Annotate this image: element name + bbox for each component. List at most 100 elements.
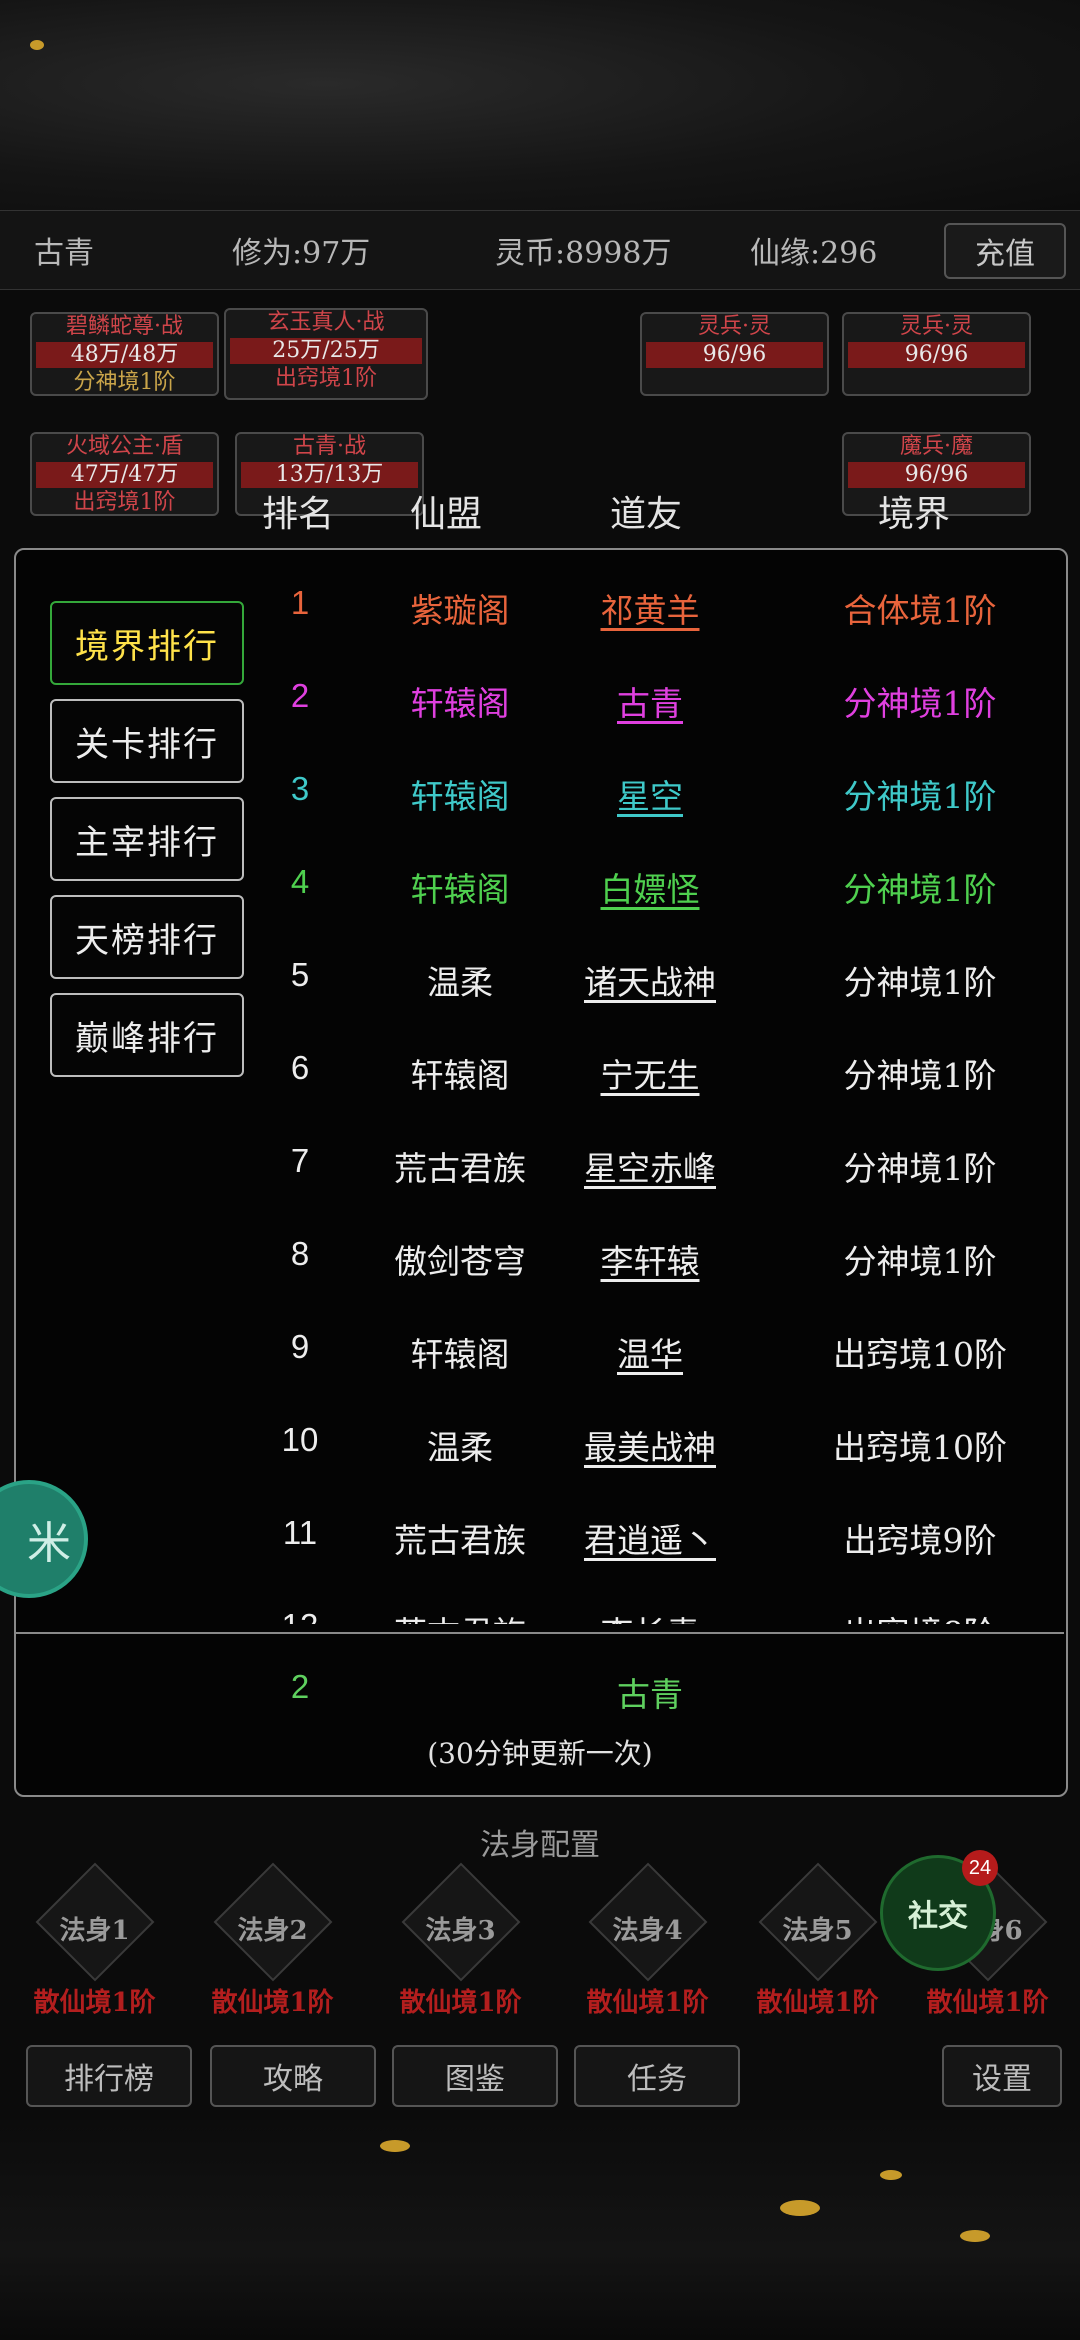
card-name: 玄玉真人·战 (267, 310, 385, 335)
background-card: 灵兵·灵 96/96 (842, 312, 1031, 396)
player-name-link[interactable]: 星空赤峰 (550, 1142, 750, 1190)
player-name-link[interactable]: 李轩辕 (550, 1235, 750, 1283)
faxiang-slot[interactable]: 法身3 散仙境1阶 (378, 1862, 543, 2020)
gold-decoration (780, 2200, 820, 2216)
ranking-row[interactable]: 2 轩辕阁 古青 分神境1阶 (260, 653, 1060, 746)
background-card: 碧鳞蛇尊·战 48万/48万 分神境1阶 (30, 312, 219, 396)
settings-button[interactable]: 设置 (942, 2045, 1062, 2107)
ranking-row[interactable]: 6 轩辕阁 宁无生 分神境1阶 (260, 1025, 1060, 1118)
faxiang-slot-label: 法身4 (612, 1916, 683, 1946)
realm-value: 分神境1阶 (843, 963, 997, 1002)
tab-realm-ranking[interactable]: 境界排行 (50, 601, 244, 685)
notification-badge: 24 (962, 1850, 998, 1886)
player-name-link[interactable]: 诸天战神 (550, 956, 750, 1004)
realm-column-header: 境界 (878, 494, 951, 535)
ranking-list[interactable]: 1 紫璇阁 祁黄羊 合体境1阶 2 轩辕阁 古青 分神境1阶 3 轩辕阁 星空 分神境1阶 4 轩辕阁 白嫖… (260, 560, 1060, 1624)
alliance-name: 温柔 (427, 963, 493, 1002)
alliance-column-header: 仙盟 (410, 494, 483, 535)
rank-number: 5 (290, 956, 310, 993)
card-hp: 96/96 (848, 342, 1025, 368)
faxiang-slot-label: 法身5 (782, 1916, 853, 1946)
realm-value: 出窍境10阶 (833, 1428, 1007, 1467)
player-name-link[interactable]: 君逍遥丶 (550, 1514, 750, 1562)
ranking-row[interactable]: 11 荒古君族 君逍遥丶 出窍境9阶 (260, 1490, 1060, 1583)
realm-value: 出窍境10阶 (833, 1335, 1007, 1374)
rank-number: 7 (290, 1142, 310, 1179)
background-card: 灵兵·灵 96/96 (640, 312, 829, 396)
tab-peak-ranking[interactable]: 巅峰排行 (50, 993, 244, 1077)
rank-column-header: 排名 (262, 494, 335, 535)
ranking-row[interactable]: 9 轩辕阁 温华 出窍境10阶 (260, 1304, 1060, 1397)
alliance-name: 傲剑苍穹 (394, 1242, 526, 1281)
alliance-name: 轩辕阁 (410, 1056, 510, 1095)
faxiang-slot[interactable]: 法身5 散仙境1阶 (735, 1862, 900, 2020)
faxiang-slot-label: 法身3 (425, 1916, 496, 1946)
alliance-name: 温柔 (427, 1428, 493, 1467)
card-name: 魔兵·魔 (900, 434, 973, 459)
tab-stage-ranking[interactable]: 关卡排行 (50, 699, 244, 783)
alliance-name: 荒古君族 (394, 1521, 526, 1560)
tasks-button[interactable]: 任务 (574, 2045, 740, 2107)
ranking-row[interactable]: 8 傲剑苍穹 李轩辕 分神境1阶 (260, 1211, 1060, 1304)
faxiang-slot-label: 法身2 (237, 1916, 308, 1946)
player-name-link[interactable]: 白嫖怪 (550, 863, 750, 911)
recharge-button[interactable]: 充值 (944, 223, 1066, 279)
floating-button-label: 米 (27, 1518, 71, 1569)
alliance-name: 紫璇阁 (410, 591, 510, 630)
tab-heaven-ranking[interactable]: 天榜排行 (50, 895, 244, 979)
realm-value: 出窍境9阶 (843, 1521, 997, 1560)
faxiang-slot-realm: 散仙境1阶 (586, 1988, 709, 2018)
faxiang-slot[interactable]: 法身1 散仙境1阶 (12, 1862, 177, 2020)
ranking-row[interactable]: 10 温柔 最美战神 出窍境10阶 (260, 1397, 1060, 1490)
card-realm: 分神境1阶 (73, 370, 176, 395)
card-hp: 25万/25万 (230, 338, 422, 364)
card-hp: 47万/47万 (36, 462, 213, 488)
background-top (0, 0, 1080, 210)
player-name-link[interactable]: 星空 (550, 770, 750, 818)
rank-number: 12 (260, 1607, 340, 1624)
player-name-link[interactable]: 祁黄羊 (550, 584, 750, 632)
gold-decoration (30, 40, 44, 50)
alliance-name: 轩辕阁 (410, 870, 510, 909)
ranking-row[interactable]: 5 温柔 诸天战神 分神境1阶 (260, 932, 1060, 1025)
rank-number: 2 (290, 677, 310, 714)
background-bottom (0, 2120, 1080, 2340)
realm-value: 分神境1阶 (843, 870, 997, 909)
ranking-row[interactable]: 3 轩辕阁 星空 分神境1阶 (260, 746, 1060, 839)
tab-overlord-ranking[interactable]: 主宰排行 (50, 797, 244, 881)
player-name-link[interactable]: 宁无生 (550, 1049, 750, 1097)
fate-value: 仙缘:296 (750, 236, 878, 271)
player-name-link[interactable]: 李长青 (550, 1607, 750, 1624)
faxiang-slot[interactable]: 法身2 散仙境1阶 (190, 1862, 355, 2020)
alliance-name: 轩辕阁 (410, 1335, 510, 1374)
ranking-row[interactable]: 4 轩辕阁 白嫖怪 分神境1阶 (260, 839, 1060, 932)
realm-value: 分神境1阶 (843, 1242, 997, 1281)
rank-number: 3 (290, 770, 310, 807)
ranking-row[interactable]: 12 荒古君族李长青 出窍境8阶 (260, 1583, 1060, 1624)
player-name-link[interactable]: 温华 (550, 1328, 750, 1376)
faxiang-slot[interactable]: 法身4 散仙境1阶 (565, 1862, 730, 2020)
codex-button[interactable]: 图鉴 (392, 2045, 558, 2107)
cultivation-value: 修为:97万 (232, 236, 371, 271)
alliance-name: 轩辕阁 (410, 684, 510, 723)
ranking-row[interactable]: 7 荒古君族 星空赤峰 分神境1阶 (260, 1118, 1060, 1211)
friend-column-header: 道友 (610, 494, 683, 535)
ranking-button[interactable]: 排行榜 (26, 2045, 192, 2107)
faxiang-slot-realm: 散仙境1阶 (756, 1988, 879, 2018)
faxiang-slot-realm: 散仙境1阶 (211, 1988, 334, 2018)
player-name-link[interactable]: 古青 (550, 677, 750, 725)
rank-number: 9 (290, 1328, 310, 1365)
card-name: 灵兵·灵 (698, 314, 771, 339)
card-realm: 出窍境1阶 (275, 366, 377, 391)
guide-button[interactable]: 攻略 (210, 2045, 376, 2107)
realm-value: 分神境1阶 (843, 1149, 997, 1188)
card-realm: 出窍境1阶 (73, 490, 176, 515)
faxiang-slot-realm: 散仙境1阶 (33, 1988, 156, 2018)
background-card: 玄玉真人·战 25万/25万 出窍境1阶 (224, 308, 428, 400)
ranking-row[interactable]: 1 紫璇阁 祁黄羊 合体境1阶 (260, 560, 1060, 653)
player-name-link[interactable]: 最美战神 (550, 1421, 750, 1469)
gold-decoration (380, 2140, 410, 2152)
realm-value: 分神境1阶 (843, 684, 997, 723)
rank-number: 11 (282, 1514, 318, 1551)
realm-value: 分神境1阶 (843, 777, 997, 816)
